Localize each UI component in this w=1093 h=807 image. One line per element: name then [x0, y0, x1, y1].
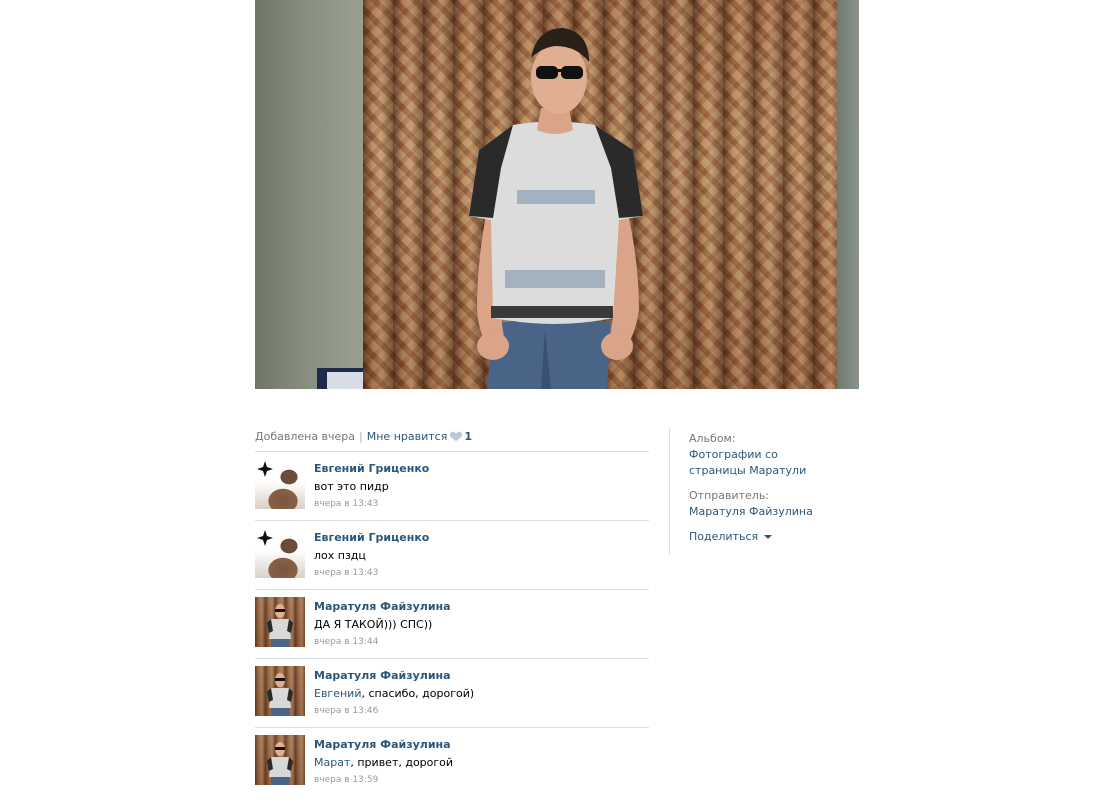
share-label: Поделиться: [689, 530, 759, 543]
comment-body: лох пздц: [314, 549, 366, 562]
main-photo[interactable]: [255, 0, 859, 389]
person-thumbnail-icon: [267, 742, 293, 785]
sender-label: Отправитель:: [689, 489, 770, 502]
comment-body: ДА Я ТАКОЙ))) СПС)): [314, 618, 433, 631]
cross-emblem-icon: [257, 461, 273, 477]
person-thumbnail-icon: [267, 604, 293, 647]
photo-person-figure: [317, 28, 643, 389]
sender-link[interactable]: Маратуля Файзулина: [689, 504, 889, 520]
photo-meta-line: Добавлена вчера | Мне нравится 1: [255, 430, 472, 443]
sender-block: Отправитель: Маратуля Файзулина: [689, 488, 889, 520]
album-label: Альбом:: [689, 432, 736, 445]
comment-time[interactable]: вчера в 13:43: [314, 568, 378, 578]
comment-item: Евгений Гриценко лох пздц вчера в 13:43: [255, 520, 649, 589]
comment-time[interactable]: вчера в 13:46: [314, 706, 378, 716]
share-button[interactable]: Поделиться: [689, 529, 773, 545]
comment-text: Евгений, спасибо, дорогой): [314, 687, 474, 700]
comment-body: , привет, дорогой: [350, 756, 454, 769]
comment-time[interactable]: вчера в 13:43: [314, 499, 378, 509]
album-link[interactable]: Фотографии со страницы Маратули: [689, 447, 829, 479]
comment-body: вот это пидр: [314, 480, 389, 493]
comment-time[interactable]: вчера в 13:44: [314, 637, 378, 647]
commenter-avatar[interactable]: [255, 459, 305, 509]
comment-item: Маратуля Файзулина Марат, привет, дорого…: [255, 727, 649, 796]
comment-author[interactable]: Евгений Гриценко: [314, 531, 429, 544]
commenter-avatar[interactable]: [255, 735, 305, 785]
commenter-avatar[interactable]: [255, 528, 305, 578]
comment-body: , спасибо, дорогой): [361, 687, 475, 700]
album-block: Альбом: Фотографии со страницы Маратули: [689, 431, 889, 479]
comment-author[interactable]: Маратуля Файзулина: [314, 669, 451, 682]
comment-text: лох пздц: [314, 549, 366, 562]
column-divider: [669, 427, 670, 555]
comment-text: вот это пидр: [314, 480, 389, 493]
heart-icon[interactable]: [451, 432, 461, 441]
comment-item: Маратуля Файзулина ДА Я ТАКОЙ))) СПС)) в…: [255, 589, 649, 658]
comment-time[interactable]: вчера в 13:59: [314, 775, 378, 785]
added-date: Добавлена вчера: [255, 430, 356, 443]
comment-item: Маратуля Файзулина Евгений, спасибо, дор…: [255, 658, 649, 727]
chevron-down-icon: [764, 535, 773, 539]
comment-item: Евгений Гриценко вот это пидр вчера в 13…: [255, 451, 649, 520]
comment-author[interactable]: Маратуля Файзулина: [314, 738, 451, 751]
person-thumbnail-icon: [267, 673, 293, 716]
comment-mention[interactable]: Евгений: [314, 687, 361, 700]
comments-list: Евгений Гриценко вот это пидр вчера в 13…: [255, 451, 649, 796]
comment-author[interactable]: Маратуля Файзулина: [314, 600, 451, 613]
meta-separator: |: [359, 430, 363, 443]
like-count[interactable]: 1: [464, 430, 472, 443]
comment-mention[interactable]: Марат: [314, 756, 350, 769]
cross-emblem-icon: [257, 530, 273, 546]
commenter-avatar[interactable]: [255, 666, 305, 716]
commenter-avatar[interactable]: [255, 597, 305, 647]
comment-author[interactable]: Евгений Гриценко: [314, 462, 429, 475]
photo-info-panel: Альбом: Фотографии со страницы Маратули …: [689, 431, 889, 545]
comment-text: ДА Я ТАКОЙ))) СПС)): [314, 618, 432, 631]
comment-text: Марат, привет, дорогой: [314, 756, 453, 769]
like-button[interactable]: Мне нравится: [367, 430, 448, 443]
